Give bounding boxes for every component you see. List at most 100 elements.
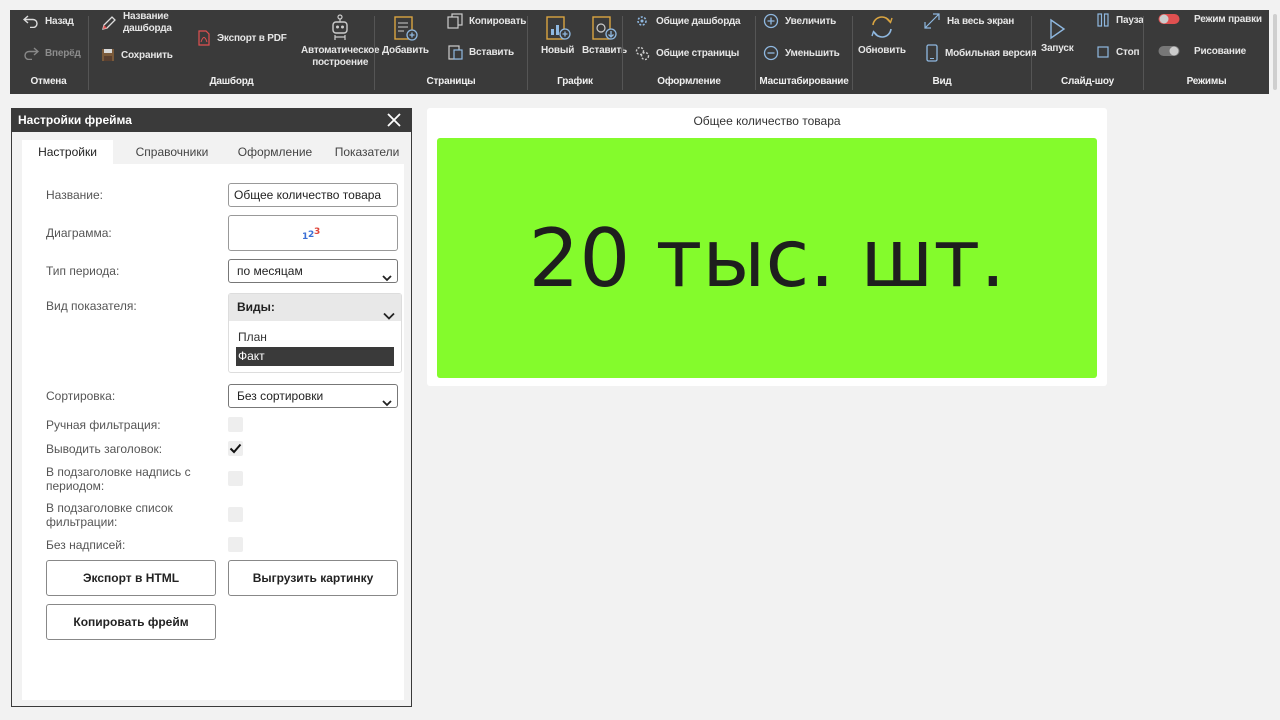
redo-icon xyxy=(23,46,39,60)
subheader-period-label: В подзаголовке надпись с периодом: xyxy=(46,465,191,493)
fullscreen-label: На весь экран xyxy=(947,15,1015,27)
chart-type-picker[interactable]: 123 xyxy=(228,215,398,251)
refresh-button[interactable]: Обновить xyxy=(858,12,906,57)
tab-design[interactable]: Оформление xyxy=(228,140,322,164)
robot-icon xyxy=(329,14,351,42)
forward-label: Вперёд xyxy=(45,47,81,59)
toggle-off-icon xyxy=(1158,45,1180,57)
copy-icon xyxy=(447,13,463,29)
stop-slideshow-button[interactable]: Стоп xyxy=(1096,45,1140,59)
indicator-option-fact[interactable]: Факт xyxy=(236,347,394,366)
no-captions-checkbox[interactable] xyxy=(228,537,243,552)
copy-frame-button[interactable]: Копировать фрейм xyxy=(46,604,216,640)
group-label-dashboard: Дашборд xyxy=(209,76,254,87)
new-chart-label: Новый xyxy=(541,45,575,56)
forward-button[interactable]: Вперёд xyxy=(23,46,81,60)
export-pdf-button[interactable]: Экспорт в PDF xyxy=(197,30,287,46)
chevron-down-icon xyxy=(383,303,395,330)
group-design: Общие дашборда Общие страницы Оформление xyxy=(623,10,755,94)
show-header-label: Выводить заголовок: xyxy=(46,442,163,456)
shared-dashboards-button[interactable]: Общие дашборда xyxy=(634,13,741,29)
auto-build-line2: построение xyxy=(312,57,369,68)
save-button[interactable]: Сохранить xyxy=(101,48,173,62)
number-chart-icon: 123 xyxy=(302,226,324,240)
auto-build-line1: Автоматическое xyxy=(301,45,380,56)
group-dashboard: Название дашборда Сохранить Экспорт в PDF… xyxy=(89,10,380,94)
subheader-period-line2: периодом: xyxy=(46,479,105,493)
period-type-value: по месяцам xyxy=(237,264,303,278)
kpi-value-tile: 20 тыс. шт. xyxy=(437,138,1097,378)
group-undo: Назад Вперёд Отмена xyxy=(10,10,87,94)
shared-dashboards-icon xyxy=(634,13,650,29)
dashboard-name-button[interactable]: Название дашборда xyxy=(101,11,172,35)
paste-chart-icon xyxy=(590,14,618,42)
mobile-icon xyxy=(925,44,939,62)
group-modes: Режим правки Рисование Режимы xyxy=(1144,10,1269,94)
period-type-select[interactable]: по месяцам xyxy=(228,259,398,283)
subheader-period-line1: В подзаголовке надпись с xyxy=(46,465,191,479)
tab-settings[interactable]: Настройки xyxy=(22,140,113,164)
mobile-version-button[interactable]: Мобильная версия xyxy=(925,44,1037,62)
sort-select[interactable]: Без сортировки xyxy=(228,384,398,408)
edit-mode-toggle[interactable]: Режим правки xyxy=(1158,13,1262,25)
subheader-filters-checkbox[interactable] xyxy=(228,507,243,522)
shared-pages-icon xyxy=(634,45,650,61)
group-label-modes: Режимы xyxy=(1186,76,1227,87)
copy-page-button[interactable]: Копировать xyxy=(447,13,526,29)
pause-slideshow-button[interactable]: Пауза xyxy=(1096,13,1144,27)
group-label-view: Вид xyxy=(932,76,952,87)
close-icon[interactable] xyxy=(386,112,402,128)
add-page-button[interactable]: Добавить xyxy=(382,14,429,57)
panel-header: Настройки фрейма xyxy=(12,109,411,132)
stop-icon xyxy=(1096,45,1110,59)
export-pdf-label: Экспорт в PDF xyxy=(217,32,287,44)
shared-pages-button[interactable]: Общие страницы xyxy=(634,45,739,61)
edit-mode-label: Режим правки xyxy=(1194,13,1262,25)
frame-settings-panel: Настройки фрейма Настройки Справочники О… xyxy=(11,108,412,707)
group-label-pages: Страницы xyxy=(426,76,476,87)
save-icon xyxy=(101,48,115,62)
new-chart-button[interactable]: Новый xyxy=(541,14,574,57)
show-header-checkbox[interactable] xyxy=(228,441,243,456)
indicator-kind-multiselect: Виды: План Факт xyxy=(228,293,402,373)
group-chart: Новый Вставить График xyxy=(528,10,627,94)
tab-indicators[interactable]: Показатели xyxy=(330,140,404,164)
subheader-period-checkbox[interactable] xyxy=(228,471,243,486)
copy-label: Копировать xyxy=(469,15,527,27)
draw-mode-label: Рисование xyxy=(1194,45,1247,57)
scrollbar-thumb[interactable] xyxy=(1273,14,1277,90)
manual-filter-checkbox[interactable] xyxy=(228,417,243,432)
zoom-in-button[interactable]: Увеличить xyxy=(763,13,836,29)
indicator-option-plan[interactable]: План xyxy=(236,328,394,347)
refresh-icon xyxy=(867,12,897,42)
no-captions-label: Без надписей: xyxy=(46,538,126,552)
back-label: Назад xyxy=(45,15,74,27)
auto-build-button[interactable]: Автоматическое построение xyxy=(301,14,380,69)
frame-name-input[interactable] xyxy=(228,183,398,207)
shared-dashboards-label: Общие дашборда xyxy=(656,15,741,27)
settings-tabs: Настройки Справочники Оформление Показат… xyxy=(22,140,404,164)
zoom-out-button[interactable]: Уменьшить xyxy=(763,45,840,61)
export-image-button[interactable]: Выгрузить картинку xyxy=(228,560,398,596)
group-label-chart: График xyxy=(557,76,593,87)
add-page-label: Добавить xyxy=(382,45,429,56)
subheader-filters-line1: В подзаголовке список xyxy=(46,501,173,515)
draw-mode-toggle[interactable]: Рисование xyxy=(1158,45,1246,57)
paste-chart-button[interactable]: Вставить xyxy=(582,14,627,57)
indicator-kind-dropdown[interactable]: Виды: xyxy=(229,294,401,321)
back-button[interactable]: Назад xyxy=(23,14,74,28)
group-slideshow: Запуск Пауза Стоп Слайд-шоу xyxy=(1032,10,1144,94)
tab-references[interactable]: Справочники xyxy=(128,140,216,164)
kpi-frame[interactable]: Общее количество товара 20 тыс. шт. xyxy=(427,108,1107,386)
ribbon-scrollbar[interactable] xyxy=(1270,10,1280,94)
sort-label: Сортировка: xyxy=(46,389,116,403)
paste-chart-label: Вставить xyxy=(582,45,627,56)
start-slideshow-button[interactable]: Запуск xyxy=(1041,18,1074,55)
fullscreen-button[interactable]: На весь экран xyxy=(923,12,1014,30)
zoom-in-label: Увеличить xyxy=(785,15,837,27)
chevron-down-icon xyxy=(382,392,392,414)
paste-icon xyxy=(447,44,463,60)
export-html-button[interactable]: Экспорт в HTML xyxy=(46,560,216,596)
paste-page-button[interactable]: Вставить xyxy=(447,44,514,60)
name-label: Название: xyxy=(46,188,103,202)
